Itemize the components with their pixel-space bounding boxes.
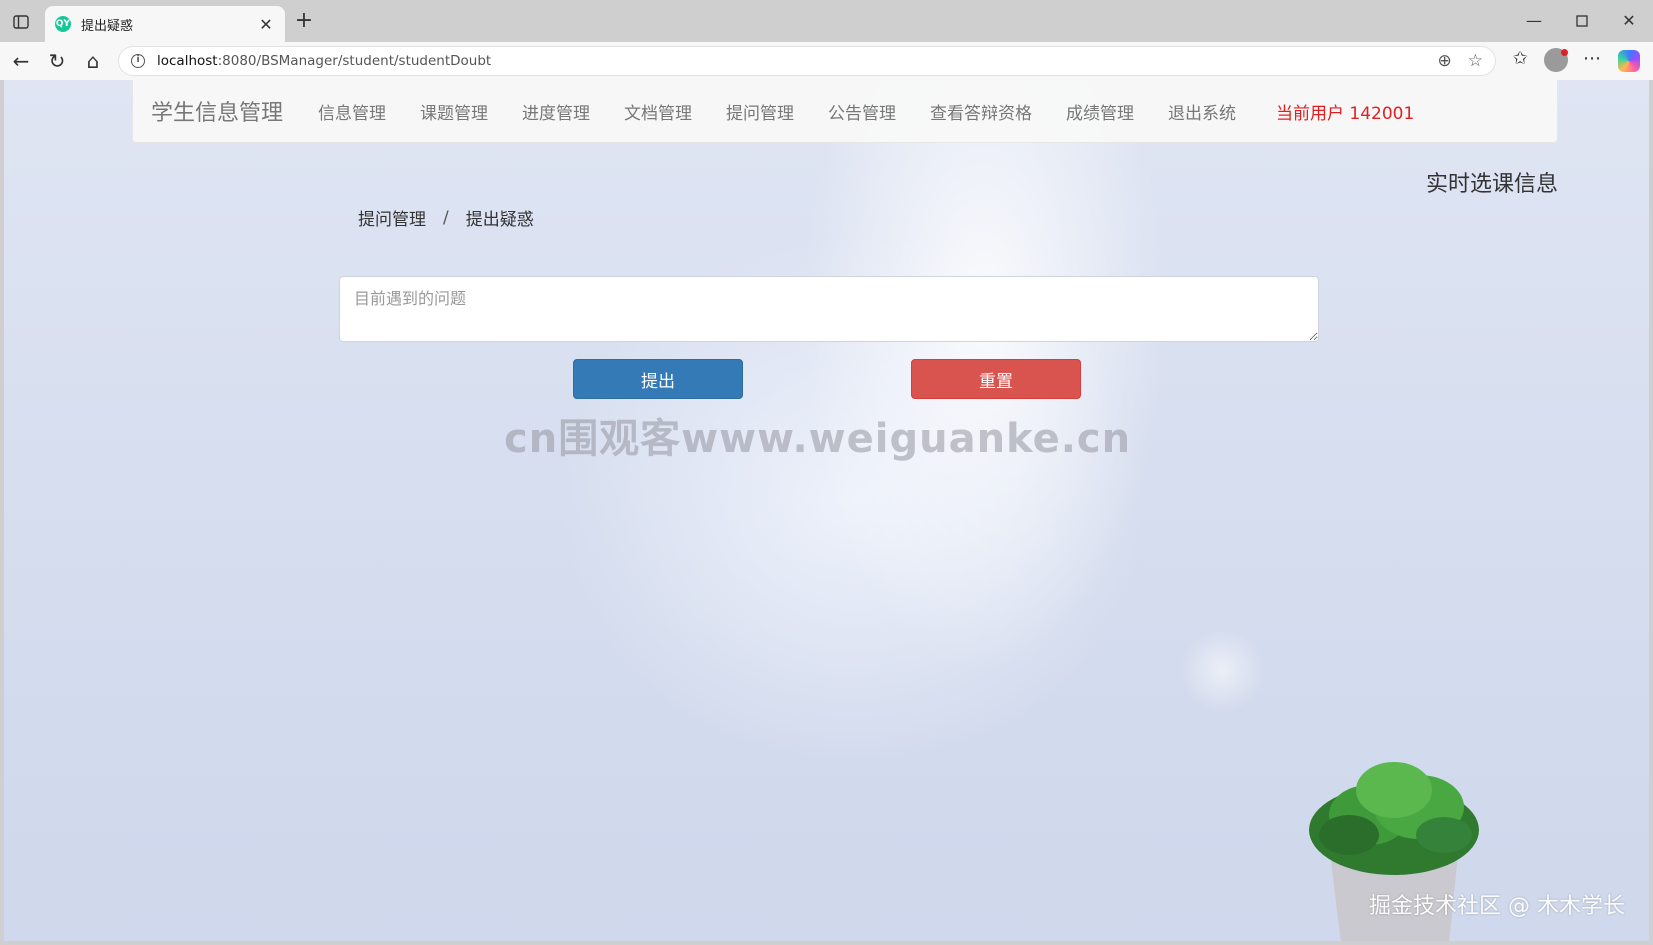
favorites-icon[interactable]: ✩ <box>1508 48 1532 74</box>
minimize-icon[interactable]: — <box>1519 8 1549 34</box>
more-menu-icon[interactable]: ⋯ <box>1580 48 1604 74</box>
nav-item-documents[interactable]: 文档管理 <box>624 99 692 124</box>
browser-tab-bar: QY 提出疑惑 ✕ + — ✕ <box>0 0 1653 42</box>
new-tab-icon[interactable]: + <box>292 10 316 34</box>
nav-item-grades[interactable]: 成绩管理 <box>1066 99 1134 124</box>
nav-item-logout[interactable]: 退出系统 <box>1168 99 1236 124</box>
site-info-icon[interactable]: i <box>131 54 145 68</box>
browser-toolbar: ← ↻ ⌂ i localhost:8080/BSManager/student… <box>0 42 1653 80</box>
site-favicon-icon: QY <box>55 16 71 32</box>
zoom-icon[interactable]: ⊕ <box>1438 51 1452 71</box>
home-icon[interactable]: ⌂ <box>80 49 106 75</box>
realtime-course-info-title: 实时选课信息 <box>1425 172 1558 197</box>
window-close-icon[interactable]: ✕ <box>1614 8 1644 34</box>
juejin-watermark: 掘金技术社区 @ 木木学长 <box>1369 894 1625 919</box>
submit-button[interactable]: 提出 <box>573 359 743 399</box>
url-host: localhost <box>157 53 218 69</box>
nav-item-questions[interactable]: 提问管理 <box>726 99 794 124</box>
nav-item-topics[interactable]: 课题管理 <box>420 99 488 124</box>
notification-dot-icon <box>1561 49 1568 56</box>
copilot-icon[interactable] <box>1618 50 1640 72</box>
current-user-label: 当前用户 142001 <box>1276 103 1415 124</box>
tab-title: 提出疑惑 <box>81 18 134 34</box>
page-viewport: 学生信息管理 信息管理 课题管理 进度管理 文档管理 提问管理 公告管理 查看答… <box>4 80 1649 941</box>
reload-icon[interactable]: ↻ <box>44 49 70 75</box>
favorite-star-icon[interactable]: ☆ <box>1468 51 1483 71</box>
close-tab-icon[interactable]: ✕ <box>257 15 275 34</box>
breadcrumb-parent[interactable]: 提问管理 <box>358 205 426 230</box>
reset-button[interactable]: 重置 <box>911 359 1081 399</box>
browser-tab-active[interactable]: QY 提出疑惑 ✕ <box>45 6 285 42</box>
breadcrumb: 提问管理 / 提出疑惑 <box>358 205 534 231</box>
nav-item-announcements[interactable]: 公告管理 <box>828 99 896 124</box>
address-bar[interactable]: i localhost:8080/BSManager/student/stude… <box>118 46 1496 76</box>
nav-item-progress[interactable]: 进度管理 <box>522 99 590 124</box>
breadcrumb-current: 提出疑惑 <box>465 210 534 230</box>
top-navbar: 学生信息管理 信息管理 课题管理 进度管理 文档管理 提问管理 公告管理 查看答… <box>132 80 1558 143</box>
navbar-brand[interactable]: 学生信息管理 <box>151 95 283 127</box>
back-arrow-icon[interactable]: ← <box>8 49 34 75</box>
breadcrumb-separator: / <box>443 207 449 228</box>
maximize-icon[interactable] <box>1567 8 1597 34</box>
url-path: :8080/BSManager/student/studentDoubt <box>217 53 492 69</box>
question-input[interactable] <box>339 276 1319 342</box>
watermark-text: cn围观客www.weiguanke.cn <box>504 416 1132 462</box>
tab-actions-icon[interactable] <box>8 10 34 34</box>
nav-item-defense-eligibility[interactable]: 查看答辩资格 <box>930 99 1032 124</box>
nav-item-info[interactable]: 信息管理 <box>318 99 386 124</box>
